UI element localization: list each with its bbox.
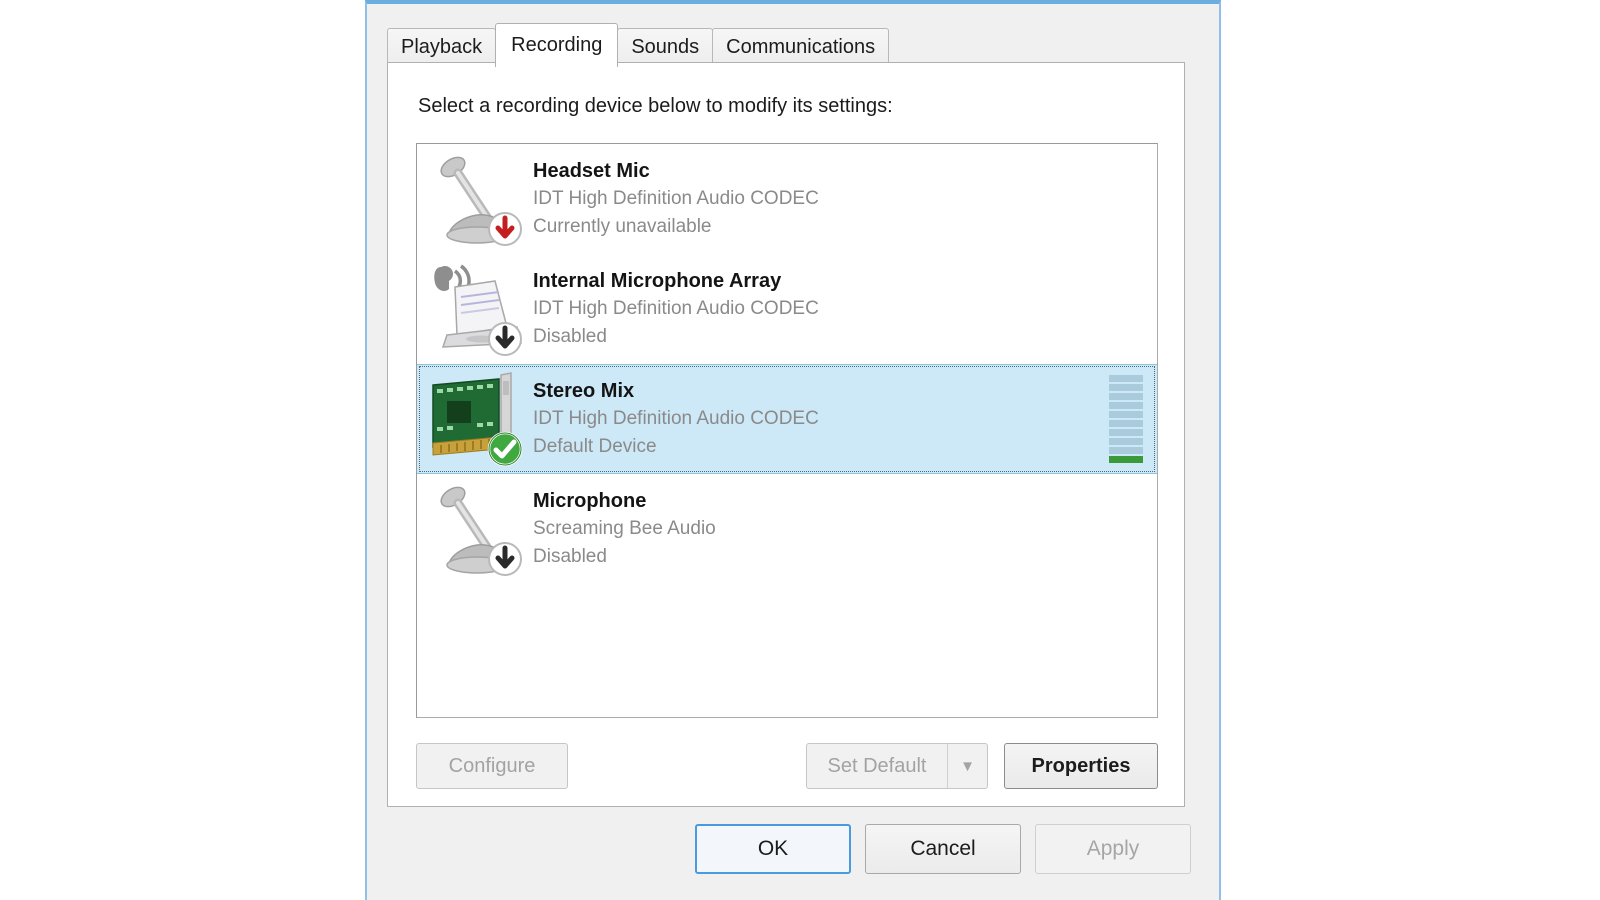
instruction-text: Select a recording device below to modif…	[418, 95, 893, 117]
apply-button[interactable]: Apply	[1035, 824, 1191, 874]
recording-tab-panel: Select a recording device below to modif…	[387, 62, 1185, 807]
device-driver: IDT High Definition Audio CODEC	[533, 407, 819, 429]
device-list-item-selected[interactable]: Stereo Mix IDT High Definition Audio COD…	[417, 364, 1157, 474]
device-info: Stereo Mix IDT High Definition Audio COD…	[533, 378, 819, 460]
laptop-microphone-array-icon	[425, 257, 529, 361]
device-name: Stereo Mix	[533, 379, 635, 402]
screen: Playback Recording Sounds Communications…	[0, 0, 1600, 900]
device-driver: IDT High Definition Audio CODEC	[533, 297, 819, 319]
device-info: Internal Microphone Array IDT High Defin…	[533, 268, 819, 350]
set-default-dropdown-glyph: ▼	[960, 757, 975, 775]
device-info: Headset Mic IDT High Definition Audio CO…	[533, 158, 819, 240]
device-status: Disabled	[533, 545, 607, 567]
cancel-button-label: Cancel	[910, 837, 976, 860]
dialog-buttons: OK Cancel Apply	[387, 824, 1203, 874]
ok-button-label: OK	[757, 837, 789, 860]
properties-button[interactable]: Properties	[1004, 743, 1158, 789]
green-check-icon	[487, 431, 523, 467]
device-status: Currently unavailable	[533, 215, 712, 237]
tab-playback-label: Playback	[401, 36, 483, 58]
device-list-item[interactable]: Headset Mic IDT High Definition Audio CO…	[417, 144, 1157, 254]
properties-button-label: Properties	[1031, 754, 1131, 777]
device-name: Microphone	[533, 489, 647, 512]
tab-sounds-label: Sounds	[631, 36, 700, 58]
tab-communications[interactable]: Communications	[712, 28, 890, 66]
ok-button[interactable]: OK	[695, 824, 851, 874]
recording-device-list[interactable]: Headset Mic IDT High Definition Audio CO…	[416, 143, 1158, 718]
device-name: Internal Microphone Array	[533, 269, 782, 292]
desk-microphone-icon	[425, 477, 529, 581]
device-driver: IDT High Definition Audio CODEC	[533, 187, 819, 209]
tab-recording[interactable]: Recording	[495, 23, 619, 67]
sound-card-icon	[425, 367, 529, 471]
device-status: Disabled	[533, 325, 607, 347]
sound-settings-dialog: Playback Recording Sounds Communications…	[365, 0, 1221, 900]
tab-sounds[interactable]: Sounds	[617, 28, 714, 66]
red-down-arrow-icon	[488, 212, 522, 246]
set-default-button-label: Set Default	[827, 754, 927, 777]
desk-microphone-icon	[425, 147, 529, 251]
device-info: Microphone Screaming Bee Audio Disabled	[533, 488, 716, 570]
apply-button-label: Apply	[1086, 837, 1140, 860]
tab-strip: Playback Recording Sounds Communications	[387, 23, 890, 67]
tab-recording-label: Recording	[511, 34, 603, 56]
tab-communications-label: Communications	[726, 36, 876, 58]
configure-button[interactable]: Configure	[416, 743, 568, 789]
chevron-down-icon[interactable]: ▼	[947, 744, 987, 788]
device-status: Default Device	[533, 435, 657, 457]
gray-down-arrow-icon	[488, 542, 522, 576]
cancel-button[interactable]: Cancel	[865, 824, 1021, 874]
tab-playback[interactable]: Playback	[387, 28, 497, 66]
device-driver: Screaming Bee Audio	[533, 517, 716, 539]
set-default-split-button[interactable]: Set Default ▼	[806, 743, 988, 789]
device-list-item[interactable]: Internal Microphone Array IDT High Defin…	[417, 254, 1157, 364]
device-name: Headset Mic	[533, 159, 650, 182]
device-list-item[interactable]: Microphone Screaming Bee Audio Disabled	[417, 474, 1157, 584]
volume-level-meter	[1109, 375, 1143, 463]
configure-button-label: Configure	[448, 754, 536, 777]
device-action-buttons: Configure Set Default ▼ Properties	[416, 743, 1158, 789]
gray-down-arrow-icon	[488, 322, 522, 356]
set-default-button[interactable]: Set Default	[807, 744, 947, 788]
